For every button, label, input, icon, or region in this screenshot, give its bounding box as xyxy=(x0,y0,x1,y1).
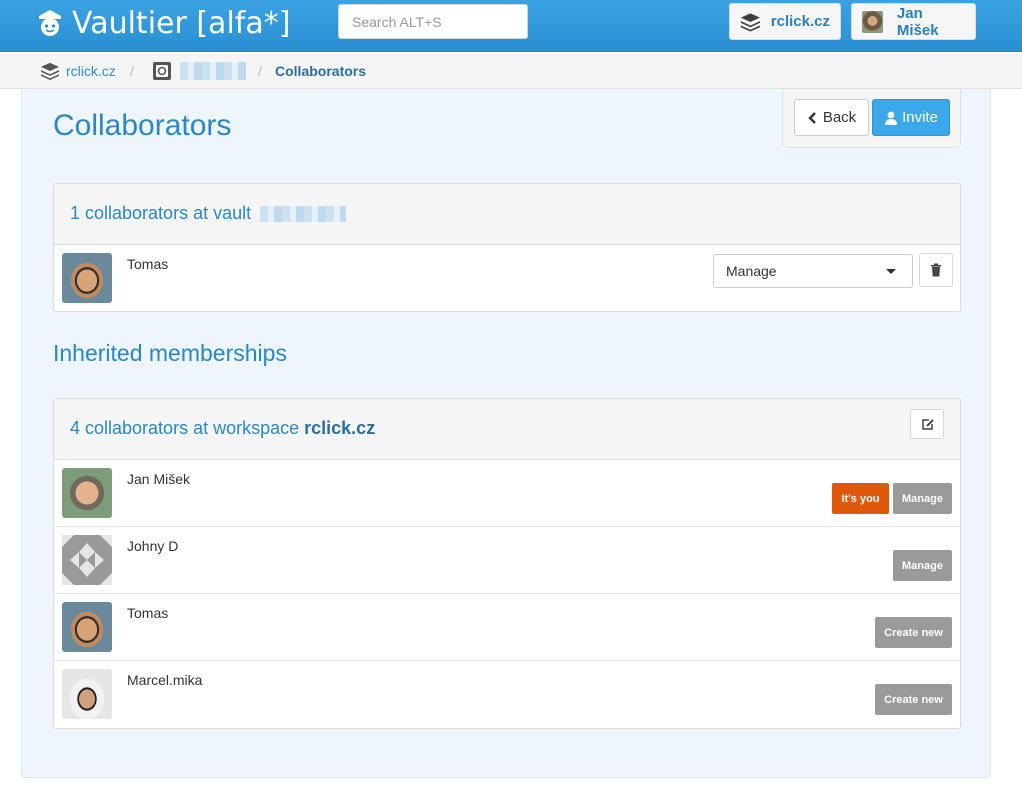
app-title: Vaultier [alfa*] xyxy=(72,5,291,41)
collaborator-name: Jan Mišek xyxy=(127,471,191,487)
breadcrumb-separator: / xyxy=(258,63,262,79)
search-input[interactable] xyxy=(338,4,528,39)
workspace-collaborators-header: 4 collaborators at workspace rclick.cz xyxy=(70,418,376,438)
breadcrumb-workspace[interactable]: rclick.cz xyxy=(40,53,116,89)
vault-collaborators-panel: 1 collaborators at vault Tomas Manage xyxy=(53,183,961,312)
user-name: Jan Mišek xyxy=(896,4,939,39)
workspace-button[interactable]: rclick.cz xyxy=(729,3,841,40)
user-menu-button[interactable]: Jan Mišek xyxy=(851,3,976,40)
collaborator-name: Johny D xyxy=(127,538,179,554)
breadcrumb-workspace-link[interactable]: rclick.cz xyxy=(66,63,116,79)
collaborator-row: Tomas Create new xyxy=(54,594,960,661)
workspace-stack-icon xyxy=(740,12,760,32)
vault-icon xyxy=(153,62,171,80)
brand[interactable]: Vaultier [alfa*] xyxy=(36,3,290,43)
back-button[interactable]: Back xyxy=(794,99,869,136)
panel-header: 4 collaborators at workspace rclick.cz xyxy=(54,399,960,460)
top-navbar: Vaultier [alfa*] rclick.cz Jan Mišek xyxy=(0,0,1022,52)
role-select[interactable]: Manage xyxy=(713,254,913,288)
workspace-name: rclick.cz xyxy=(304,418,376,438)
breadcrumb: rclick.cz / / Collaborators xyxy=(0,53,1022,89)
remove-collaborator-button[interactable] xyxy=(919,253,953,287)
avatar xyxy=(62,602,112,652)
role-badge: Create new xyxy=(875,684,952,715)
vault-name-redacted xyxy=(260,206,347,223)
breadcrumb-current: Collaborators xyxy=(275,63,367,79)
trash-icon xyxy=(931,263,941,277)
invite-button[interactable]: Invite xyxy=(872,99,950,136)
collaborator-row: Marcel.mika Create new xyxy=(54,661,960,728)
its-you-badge: It's you xyxy=(832,483,889,514)
avatar xyxy=(62,535,112,585)
avatar xyxy=(62,468,112,518)
vault-collaborators-header: 1 collaborators at vault xyxy=(70,203,347,224)
role-badge: Manage xyxy=(893,550,952,581)
workspace-collaborators-panel: 4 collaborators at workspace rclick.cz J… xyxy=(53,398,961,729)
main-content: Collaborators Back Invite 1 collaborator… xyxy=(21,89,991,778)
collaborator-row: Jan Mišek It's you Manage xyxy=(54,460,960,527)
user-avatar xyxy=(862,10,883,33)
edit-workspace-members-button[interactable] xyxy=(910,409,944,439)
panel-header: 1 collaborators at vault xyxy=(54,184,960,245)
page-actions: Back Invite xyxy=(782,89,961,148)
vaultier-logo-icon xyxy=(39,10,61,36)
chevron-left-icon xyxy=(808,111,816,124)
collaborator-name: Tomas xyxy=(127,605,169,621)
page-title: Collaborators xyxy=(53,109,232,142)
avatar xyxy=(62,253,112,303)
chevron-down-icon xyxy=(886,269,896,274)
avatar xyxy=(62,669,112,719)
workspace-stack-icon xyxy=(41,62,59,80)
collaborator-row: Tomas Manage xyxy=(54,245,960,312)
collaborator-row: Johny D Manage xyxy=(54,527,960,594)
collaborator-name: Marcel.mika xyxy=(127,672,203,688)
workspace-label: rclick.cz xyxy=(770,13,830,30)
role-badge: Manage xyxy=(893,483,952,514)
breadcrumb-vault[interactable] xyxy=(152,53,246,89)
inherited-memberships-title: Inherited memberships xyxy=(53,340,287,366)
user-icon xyxy=(885,111,898,125)
breadcrumb-separator: / xyxy=(130,63,134,79)
identicon-icon xyxy=(62,535,112,585)
role-badge: Create new xyxy=(875,617,952,648)
collaborator-name: Tomas xyxy=(127,256,169,272)
edit-icon xyxy=(921,418,934,430)
vault-name-redacted[interactable] xyxy=(180,62,246,80)
